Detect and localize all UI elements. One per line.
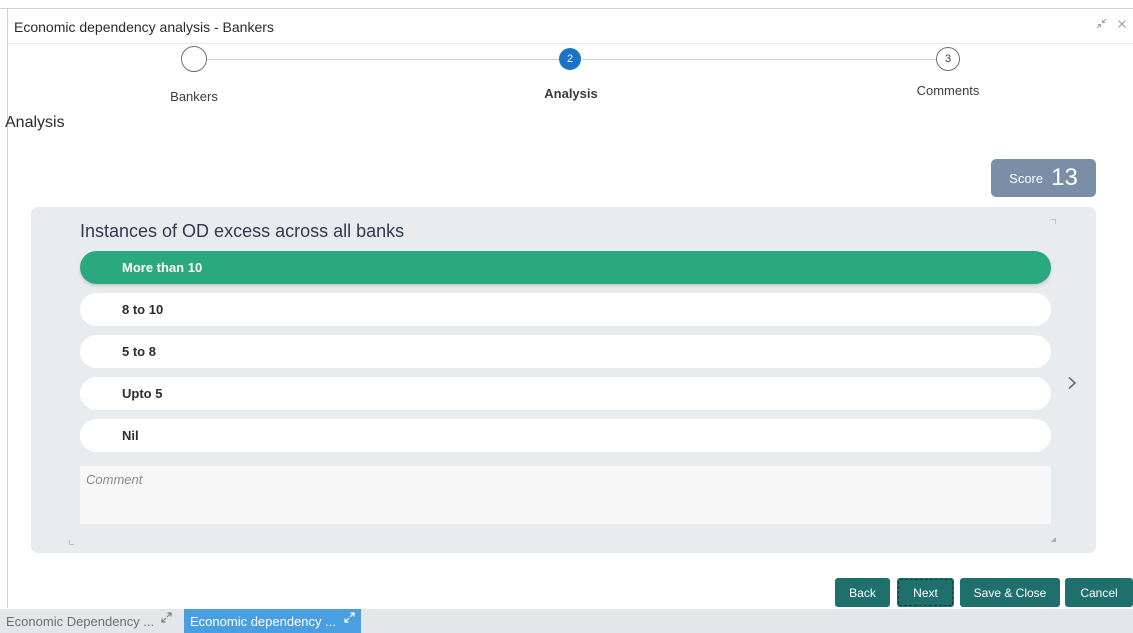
option-label: 5 to 8: [122, 344, 156, 359]
option-label: Nil: [122, 428, 139, 443]
title-bar: Economic dependency analysis - Bankers: [8, 9, 1133, 44]
step-3-circle[interactable]: 3: [936, 47, 960, 71]
score-label: Score: [1009, 170, 1044, 186]
option-label: 8 to 10: [122, 302, 164, 317]
dialog: Economic dependency analysis - Bankers 2…: [0, 0, 1133, 633]
option-more-than-10[interactable]: More than 10: [80, 251, 1051, 284]
next-button[interactable]: Next: [897, 578, 954, 607]
expand-icon[interactable]: [161, 612, 172, 626]
progress-stepper: 2 3 Bankers Analysis Comments: [0, 44, 1133, 114]
step-connector: [582, 59, 937, 60]
corner-mark: [69, 540, 74, 545]
close-icon[interactable]: [1117, 18, 1127, 32]
option-nil[interactable]: Nil: [80, 419, 1051, 452]
step-2-label: Analysis: [544, 86, 598, 101]
taskbar-tab-label: Economic dependency ...: [190, 613, 336, 629]
taskbar: Economic Dependency ... Economic depende…: [0, 609, 1133, 633]
step-1-label: Bankers: [170, 89, 218, 104]
option-5-to-8[interactable]: 5 to 8: [80, 335, 1051, 368]
resize-handle-icon[interactable]: [1051, 537, 1056, 542]
step-2-circle[interactable]: 2: [559, 48, 581, 70]
back-button[interactable]: Back: [835, 578, 890, 607]
cancel-button[interactable]: Cancel: [1065, 578, 1133, 607]
window-controls: [1096, 18, 1127, 32]
option-label: More than 10: [122, 260, 203, 275]
taskbar-tab-economic-dependency[interactable]: Economic Dependency ...: [0, 609, 178, 633]
score-value: 13: [1051, 164, 1078, 191]
taskbar-tab-economic-dependency-active[interactable]: Economic dependency ...: [184, 609, 361, 633]
step-1-circle[interactable]: [181, 46, 207, 72]
score-badge: Score 13: [991, 159, 1096, 197]
corner-mark: [1051, 219, 1056, 224]
question-panel: Instances of OD excess across all banks …: [31, 207, 1096, 553]
step-connector: [207, 59, 559, 60]
question-text: Instances of OD excess across all banks: [80, 221, 405, 241]
section-title: Analysis: [5, 114, 65, 131]
collapse-arrows-icon[interactable]: [1096, 18, 1107, 32]
option-label: Upto 5: [122, 386, 163, 401]
save-close-button[interactable]: Save & Close: [960, 578, 1060, 607]
comment-input[interactable]: [80, 466, 1051, 524]
step-3-label: Comments: [916, 83, 980, 98]
option-upto-5[interactable]: Upto 5: [80, 377, 1051, 410]
expand-icon[interactable]: [344, 612, 355, 626]
taskbar-tab-label: Economic Dependency ...: [6, 613, 155, 629]
option-8-to-10[interactable]: 8 to 10: [80, 293, 1051, 326]
dialog-title: Economic dependency analysis - Bankers: [14, 19, 274, 35]
chevron-right-icon[interactable]: [1066, 370, 1078, 396]
